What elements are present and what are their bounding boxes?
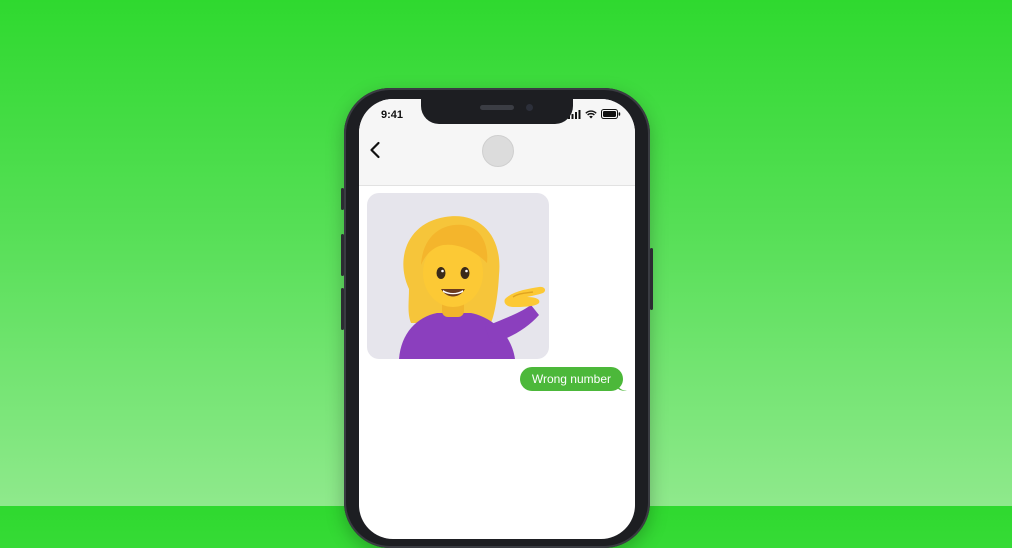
battery-icon <box>601 109 621 119</box>
image-message-bubble[interactable] <box>367 193 549 359</box>
message-text: Wrong number <box>531 372 611 386</box>
volume-up-button <box>341 234 344 276</box>
phone-screen: 9:41 Wrong number <box>359 99 635 539</box>
chevron-left-icon[interactable] <box>365 139 387 161</box>
volume-down-button <box>341 288 344 330</box>
status-time: 9:41 <box>381 109 404 121</box>
outgoing-message-bubble[interactable]: Wrong number <box>519 367 627 391</box>
earpiece-speaker <box>480 105 514 110</box>
status-icons <box>568 109 621 119</box>
power-button <box>650 248 653 310</box>
silent-switch <box>341 188 344 210</box>
wifi-icon <box>585 109 597 118</box>
woman-tipping-hand-emoji <box>399 216 546 359</box>
phone-frame: 9:41 Wrong number <box>341 88 653 548</box>
bubble-tail <box>617 381 627 391</box>
notch <box>421 99 573 124</box>
contact-avatar[interactable] <box>482 135 514 167</box>
front-camera <box>526 104 533 111</box>
